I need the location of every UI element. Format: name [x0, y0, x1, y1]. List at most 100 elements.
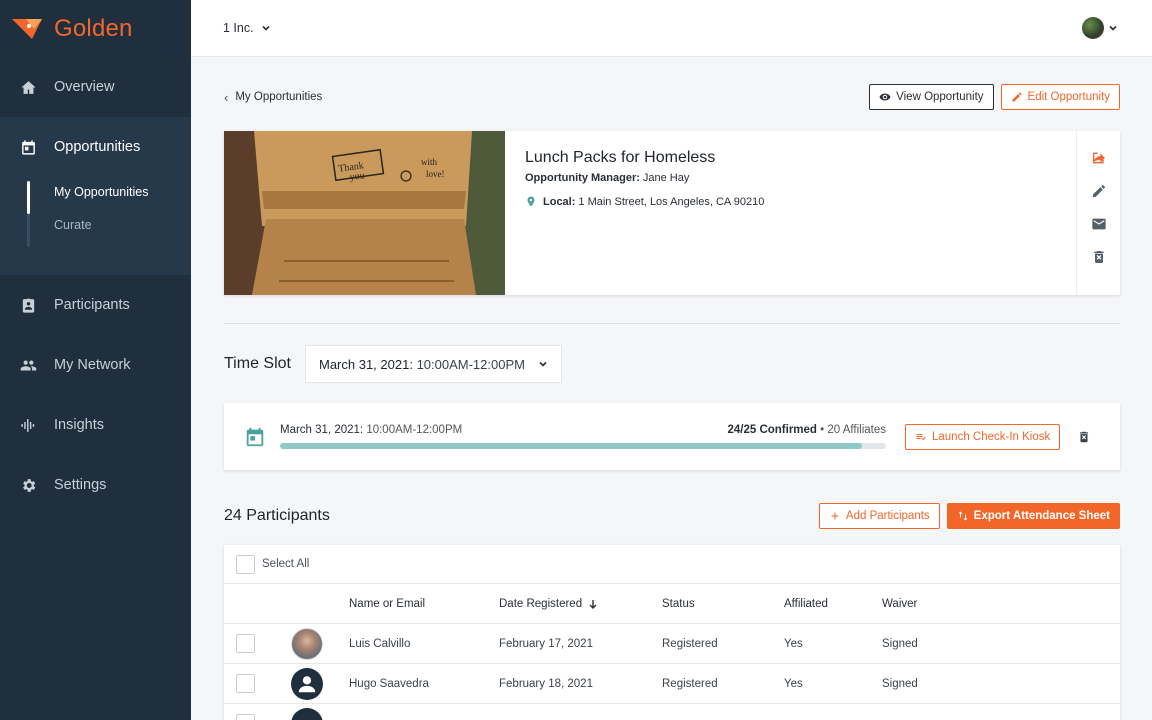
- slot-confirmed: 24/25 Confirmed • 20 Affiliates: [727, 424, 886, 436]
- participants-table: Select All Name or Email Date Registered…: [224, 545, 1120, 720]
- launch-kiosk-button[interactable]: Launch Check-In Kiosk: [905, 423, 1061, 450]
- checklist-icon: [916, 433, 926, 440]
- column-header-affiliated[interactable]: Affiliated: [784, 598, 882, 610]
- timeslot-label: Time Slot: [224, 355, 291, 372]
- share-icon[interactable]: [1091, 150, 1107, 166]
- sidebar-item-settings[interactable]: Settings: [0, 455, 191, 515]
- row-avatar-cell: [291, 667, 349, 700]
- column-header-date-label: Date Registered: [499, 597, 583, 610]
- opportunity-image: Thank you with love!: [224, 131, 505, 295]
- column-header-status[interactable]: Status: [662, 598, 784, 610]
- user-menu[interactable]: [1082, 17, 1118, 39]
- logo[interactable]: Golden: [0, 0, 191, 57]
- timeslot-value: March 31, 2021: 10:00AM-12:00PM: [319, 357, 525, 372]
- opportunity-manager: Opportunity Manager: Jane Hay: [525, 172, 1056, 184]
- opportunity-side-actions: [1076, 131, 1120, 295]
- pencil-icon: [1012, 92, 1022, 102]
- trash-icon[interactable]: [1091, 249, 1107, 265]
- trash-icon[interactable]: [1077, 429, 1091, 445]
- row-avatar-cell: [291, 707, 349, 720]
- people-icon: [20, 360, 37, 370]
- manager-name: Jane Hay: [642, 172, 690, 184]
- add-participants-button[interactable]: Add Participants: [818, 503, 940, 529]
- sidebar-item-participants[interactable]: Participants: [0, 275, 191, 335]
- column-header-date[interactable]: Date Registered: [499, 598, 662, 610]
- breadcrumb-label: My Opportunities: [235, 91, 323, 103]
- location-pin-icon: [527, 196, 535, 207]
- cell-affiliated: Yes: [784, 637, 803, 650]
- sidebar-item-my-network[interactable]: My Network: [0, 335, 191, 395]
- opportunity-card: Thank you with love! Lunch Packs for Hom…: [224, 131, 1120, 295]
- sidebar-item-label: Overview: [54, 79, 115, 95]
- row-avatar-cell: [291, 627, 349, 660]
- select-all-label: Select All: [262, 558, 310, 570]
- view-opportunity-button[interactable]: View Opportunity: [869, 84, 994, 110]
- slot-time: 10:00AM-12:00PM: [366, 424, 463, 436]
- cell-date: February 17, 2021: [499, 637, 593, 650]
- select-all-checkbox[interactable]: [236, 554, 255, 574]
- opportunity-actions: View Opportunity Edit Opportunity: [869, 84, 1120, 110]
- default-avatar-icon: [291, 707, 323, 720]
- row-checkbox[interactable]: [236, 714, 255, 720]
- opportunity-title: Lunch Packs for Homeless: [525, 149, 716, 166]
- sidebar-item-overview[interactable]: Overview: [0, 57, 191, 117]
- golden-logo-icon: [12, 18, 42, 39]
- chevron-down-icon: [539, 361, 547, 367]
- add-participants-label: Add Participants: [845, 510, 930, 522]
- table-row[interactable]: Luis Calvillo February 17, 2021 Register…: [224, 624, 1120, 664]
- edit-opportunity-button[interactable]: Edit Opportunity: [1000, 84, 1120, 110]
- sidebar-item-label: Participants: [54, 297, 130, 313]
- timeslot-row: Time Slot March 31, 2021: 10:00AM-12:00P…: [224, 345, 562, 383]
- sidebar-item-opportunities[interactable]: Opportunities: [0, 117, 191, 177]
- insights-icon: [21, 418, 35, 432]
- column-header-waiver[interactable]: Waiver: [882, 598, 982, 610]
- sidebar-item-label: Settings: [54, 477, 107, 493]
- row-checkbox[interactable]: [236, 634, 255, 653]
- cell-affiliated: Yes: [784, 677, 803, 690]
- sidebar-item-label: Insights: [54, 417, 104, 433]
- eye-icon: [879, 93, 891, 101]
- breadcrumb[interactable]: ‹ My Opportunities: [224, 90, 322, 105]
- timeslot-select[interactable]: March 31, 2021: 10:00AM-12:00PM: [304, 345, 562, 383]
- slot-date: March 31, 2021:: [280, 424, 364, 436]
- edit-opportunity-label: Edit Opportunity: [1027, 91, 1110, 103]
- launch-kiosk-label: Launch Check-In Kiosk: [932, 430, 1051, 443]
- sidebar-item-insights[interactable]: Insights: [0, 395, 191, 455]
- cell-status: Registered: [662, 637, 718, 650]
- back-chevron-icon: ‹: [224, 89, 229, 105]
- header-row: ‹ My Opportunities View Opportunity Edit…: [224, 84, 1120, 110]
- svg-text:you: you: [349, 170, 365, 183]
- default-avatar-icon: [291, 667, 323, 700]
- table-row[interactable]: Hugo Saavedra February 18, 2021 Register…: [224, 664, 1120, 704]
- table-row[interactable]: [224, 704, 1120, 720]
- timeslot-summary: March 31, 2021: 10:00AM-12:00PM 24/25 Co…: [280, 424, 886, 449]
- cell-name: Luis Calvillo: [349, 637, 411, 650]
- timeslot-time: 10:00AM-12:00PM: [416, 356, 525, 372]
- sidebar-subitem-my-opportunities[interactable]: My Opportunities: [54, 177, 191, 210]
- confirmed-count: 24/25 Confirmed: [727, 424, 817, 436]
- org-switcher[interactable]: 1 Inc.: [223, 21, 271, 35]
- location-label: Local:: [543, 195, 576, 208]
- export-attendance-button[interactable]: Export Attendance Sheet: [946, 503, 1120, 529]
- avatar: [291, 627, 323, 660]
- confirmation-progress-bar: [280, 443, 886, 449]
- section-divider: [224, 323, 1120, 324]
- timeslot-card: March 31, 2021: 10:00AM-12:00PM 24/25 Co…: [224, 403, 1120, 470]
- participants-header: 24 Participants Add Participants Export …: [224, 503, 1120, 529]
- sort-arrows-icon: [958, 511, 968, 521]
- calendar-icon: [22, 139, 35, 155]
- participants-title: 24 Participants: [224, 507, 330, 524]
- progress-fill: [280, 443, 862, 449]
- edit-icon[interactable]: [1091, 183, 1107, 199]
- sidebar-sub-list: My Opportunities Curate: [0, 177, 191, 269]
- calendar-icon: [246, 427, 264, 446]
- sort-down-arrow-icon: [589, 599, 597, 609]
- row-checkbox[interactable]: [236, 674, 255, 693]
- sub-nav-track: [27, 181, 30, 247]
- chevron-down-icon: [1109, 25, 1117, 31]
- avatar: [1082, 17, 1104, 39]
- cell-status: Registered: [662, 677, 718, 690]
- mail-icon[interactable]: [1091, 216, 1107, 232]
- column-header-name[interactable]: Name or Email: [349, 598, 499, 610]
- sidebar-subitem-curate[interactable]: Curate: [54, 210, 191, 243]
